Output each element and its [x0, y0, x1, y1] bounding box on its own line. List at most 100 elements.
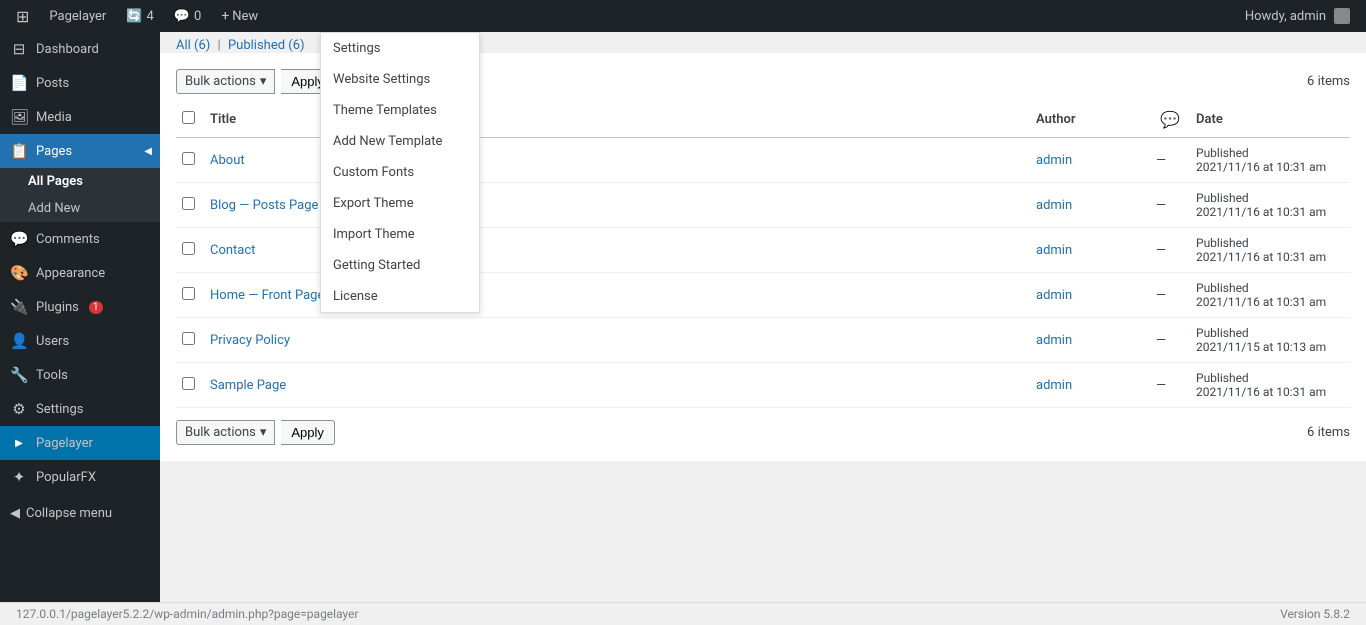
row-date-cell: Published 2021/11/16 at 10:31 am — [1190, 273, 1350, 318]
row-date: 2021/11/16 at 10:31 am — [1196, 250, 1344, 264]
row-date: 2021/11/16 at 10:31 am — [1196, 205, 1344, 219]
plugins-icon: 🔌 — [10, 298, 28, 316]
comments-count: 0 — [194, 9, 201, 24]
row-comment-cell: — — [1150, 183, 1190, 228]
pages-submenu: All Pages Add New — [0, 168, 160, 222]
howdy-text: Howdy, admin — [1245, 9, 1326, 24]
sidebar-item-popularfx[interactable]: ✦ PopularFX — [0, 460, 160, 494]
row-title-link[interactable]: About — [210, 153, 245, 168]
items-count-bottom: 6 items — [1307, 425, 1350, 440]
status-published-link[interactable]: Published (6) — [228, 38, 305, 53]
admin-bar: ⊞ Pagelayer 🔄 4 💬 0 + New Howdy, admin — [0, 0, 1366, 32]
sidebar-label-tools: Tools — [36, 368, 68, 383]
dropdown-item-import-theme[interactable]: Import Theme — [321, 219, 479, 250]
bulk-actions-label-bottom: Bulk actions — [185, 425, 256, 440]
sidebar-item-appearance[interactable]: 🎨 Appearance — [0, 256, 160, 290]
header-author-col[interactable]: Author — [1030, 102, 1150, 138]
row-checkbox[interactable] — [182, 197, 195, 210]
row-date-cell: Published 2021/11/16 at 10:31 am — [1190, 183, 1350, 228]
dropdown-item-export-theme[interactable]: Export Theme — [321, 188, 479, 219]
row-date: 2021/11/16 at 10:31 am — [1196, 385, 1344, 399]
apply-button-bottom[interactable]: Apply — [281, 420, 335, 445]
admin-bar-updates[interactable]: 🔄 4 — [118, 0, 162, 32]
row-checkbox-cell — [176, 138, 204, 183]
sidebar-item-comments[interactable]: 💬 Comments — [0, 222, 160, 256]
users-icon: 👤 — [10, 332, 28, 350]
row-comment-cell: — — [1150, 228, 1190, 273]
sidebar-item-add-new[interactable]: Add New — [0, 195, 160, 222]
sidebar-item-pagelayer[interactable]: ▶ Pagelayer — [0, 426, 160, 460]
header-date-col[interactable]: Date — [1190, 102, 1350, 138]
tools-icon: 🔧 — [10, 366, 28, 384]
dropdown-item-license[interactable]: License — [321, 281, 479, 312]
sidebar-item-tools[interactable]: 🔧 Tools — [0, 358, 160, 392]
sidebar-item-all-pages[interactable]: All Pages — [0, 168, 160, 195]
bulk-dropdown-arrow-bottom: ▾ — [260, 425, 267, 440]
admin-bar-site-name[interactable]: Pagelayer — [41, 0, 114, 32]
row-title-link[interactable]: Contact — [210, 243, 255, 258]
wp-logo-icon: ⊞ — [16, 7, 29, 26]
new-label: New — [232, 9, 258, 24]
row-title-link[interactable]: Privacy Policy — [210, 333, 290, 348]
sidebar-item-settings[interactable]: ⚙ Settings — [0, 392, 160, 426]
row-author-link[interactable]: admin — [1036, 198, 1072, 213]
row-checkbox[interactable] — [182, 287, 195, 300]
dropdown-item-website-settings[interactable]: Website Settings — [321, 64, 479, 95]
settings-icon: ⚙ — [10, 400, 28, 418]
bulk-dropdown-arrow: ▾ — [260, 74, 267, 89]
sidebar-item-posts[interactable]: 📄 Posts — [0, 66, 160, 100]
row-author-link[interactable]: admin — [1036, 333, 1072, 348]
bulk-actions-dropdown[interactable]: Bulk actions ▾ — [176, 69, 275, 94]
sidebar-label-comments: Comments — [36, 232, 100, 247]
row-checkbox-cell — [176, 183, 204, 228]
sidebar-item-users[interactable]: 👤 Users — [0, 324, 160, 358]
dropdown-item-custom-fonts[interactable]: Custom Fonts — [321, 157, 479, 188]
sidebar-item-pages[interactable]: 📋 Pages ◀ — [0, 134, 160, 168]
row-author-cell: admin — [1030, 138, 1150, 183]
dashboard-icon: ⊟ — [10, 40, 28, 58]
sidebar-item-plugins[interactable]: 🔌 Plugins 1 — [0, 290, 160, 324]
row-status: Published — [1196, 281, 1344, 295]
header-comment-col: 💬 — [1150, 102, 1190, 138]
collapse-menu-button[interactable]: ◀ Collapse menu — [0, 498, 160, 529]
row-status: Published — [1196, 191, 1344, 205]
dropdown-item-settings[interactable]: Settings — [321, 33, 479, 64]
admin-bar-wp-logo[interactable]: ⊞ — [8, 0, 37, 32]
sidebar-label-dashboard: Dashboard — [36, 42, 99, 57]
row-author-link[interactable]: admin — [1036, 243, 1072, 258]
row-status: Published — [1196, 146, 1344, 160]
table-row: Privacy Policy admin — Published 2021/11… — [176, 318, 1350, 363]
row-status: Published — [1196, 326, 1344, 340]
dropdown-item-getting-started[interactable]: Getting Started — [321, 250, 479, 281]
site-name-text: Pagelayer — [49, 9, 106, 24]
admin-bar-comments[interactable]: 💬 0 — [166, 0, 210, 32]
row-checkbox[interactable] — [182, 152, 195, 165]
row-comment-cell: — — [1150, 138, 1190, 183]
admin-bar-new[interactable]: + New — [213, 0, 266, 32]
row-author-cell: admin — [1030, 363, 1150, 408]
row-title-cell: Sample Page — [204, 363, 1030, 408]
row-author-link[interactable]: admin — [1036, 378, 1072, 393]
bulk-actions-dropdown-bottom[interactable]: Bulk actions ▾ — [176, 420, 275, 445]
sidebar-item-dashboard[interactable]: ⊟ Dashboard — [0, 32, 160, 66]
row-date-cell: Published 2021/11/16 at 10:31 am — [1190, 228, 1350, 273]
row-title-link[interactable]: Home — Front Page — [210, 288, 324, 303]
row-checkbox[interactable] — [182, 332, 195, 345]
row-checkbox[interactable] — [182, 242, 195, 255]
sidebar-label-popularfx: PopularFX — [36, 470, 96, 485]
row-author-link[interactable]: admin — [1036, 153, 1072, 168]
row-title-link[interactable]: Sample Page — [210, 378, 286, 393]
row-checkbox-cell — [176, 228, 204, 273]
posts-icon: 📄 — [10, 74, 28, 92]
row-checkbox[interactable] — [182, 377, 195, 390]
dropdown-item-theme-templates[interactable]: Theme Templates — [321, 95, 479, 126]
row-author-link[interactable]: admin — [1036, 288, 1072, 303]
row-checkbox-cell — [176, 318, 204, 363]
sidebar-label-settings: Settings — [36, 402, 83, 417]
dropdown-item-add-new-template[interactable]: Add New Template — [321, 126, 479, 157]
row-title-link[interactable]: Blog — Posts Page — [210, 198, 318, 213]
select-all-checkbox[interactable] — [182, 111, 195, 124]
status-all-link[interactable]: All (6) — [176, 38, 210, 53]
sidebar: ⊟ Dashboard 📄 Posts 🖼 Media 📋 Pages ◀ Al… — [0, 32, 160, 602]
sidebar-item-media[interactable]: 🖼 Media — [0, 100, 160, 134]
